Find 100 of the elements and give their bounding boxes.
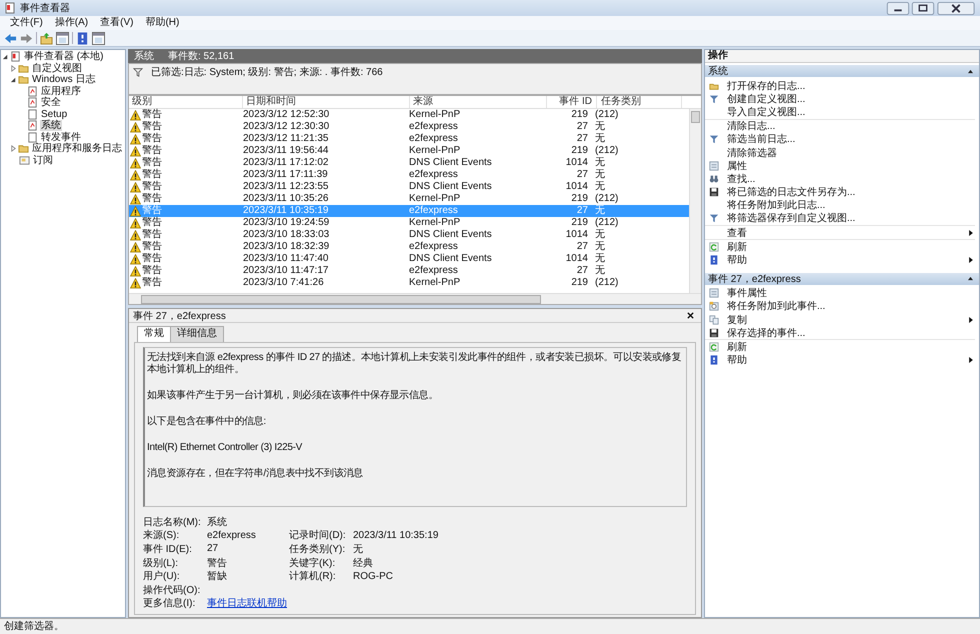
help-icon[interactable] — [76, 32, 89, 44]
funnel-icon — [709, 134, 719, 144]
tree-item[interactable]: Setup — [40, 108, 68, 120]
warning-icon — [130, 206, 141, 216]
table-row[interactable]: 警告 2023/3/10 11:47:40 DNS Client Events 1014 无 — [129, 253, 689, 265]
submenu-arrow-icon — [969, 357, 973, 364]
table-row[interactable]: 警告 2023/3/12 12:30:30 e2fexpress 27 无 — [129, 121, 689, 133]
tree-item[interactable]: 应用程序 — [40, 86, 82, 97]
action-link[interactable]: 将任务附加到此事件... — [727, 299, 826, 314]
menu-item[interactable]: 帮助(H) — [139, 16, 186, 30]
table-cell-text: 219 — [570, 277, 589, 289]
action-link[interactable]: 清除筛选器 — [727, 146, 777, 160]
action-link[interactable]: 查看 — [727, 226, 747, 240]
table-cell-text: 警告 — [142, 265, 162, 276]
action-link[interactable]: 创建自定义视图... — [727, 92, 806, 106]
field-label: 日志名称(M): — [143, 516, 202, 529]
tree-item[interactable]: 应用程序和服务日志 — [31, 143, 123, 154]
pane-icon[interactable] — [56, 32, 69, 44]
table-cell-text: 警告 — [142, 253, 162, 264]
field-value: 暂缺 — [207, 570, 228, 584]
save-icon — [709, 187, 719, 198]
menu-item[interactable]: 查看(V) — [94, 16, 140, 30]
action-link[interactable]: 将已筛选的日志文件另存为... — [727, 185, 856, 200]
action-link[interactable]: 导入自定义视图... — [727, 104, 806, 119]
funnel-icon — [709, 213, 719, 224]
action-link[interactable]: 打开保存的日志... — [727, 78, 806, 93]
folder-icon — [18, 62, 29, 74]
table-cell: 警告 — [142, 193, 162, 205]
action-link[interactable]: 筛选当前日志... — [727, 132, 796, 146]
folder-icon — [18, 74, 29, 86]
table-cell-text: 2023/3/10 18:33:03 — [242, 229, 330, 241]
table-row[interactable]: 警告 2023/3/10 7:41:26 Kernel-PnP 219 (212) — [129, 277, 689, 289]
field-label: 计算机(R): — [289, 570, 337, 584]
action-link[interactable]: 刷新 — [727, 340, 747, 354]
table-row[interactable]: 警告 2023/3/11 10:35:26 Kernel-PnP 219 (212) — [129, 193, 689, 205]
help-link[interactable]: 事件日志联机帮助 — [207, 598, 287, 610]
column-header[interactable]: 事件 ID — [547, 96, 597, 108]
close-button[interactable] — [936, 2, 976, 14]
table-cell-text: 27 — [576, 265, 589, 277]
tree-item[interactable]: 订阅 — [32, 154, 54, 166]
expand-arrow-icon[interactable] — [10, 145, 17, 152]
expand-arrow-icon[interactable] — [10, 64, 17, 72]
tree-item[interactable]: 安全 — [40, 97, 62, 108]
tree-item[interactable]: 事件查看器 (本地) — [23, 51, 104, 62]
tree-item[interactable]: 转发事件 — [40, 132, 82, 143]
action-link[interactable]: 保存选择的事件... — [727, 326, 806, 340]
action-link[interactable]: 刷新 — [727, 240, 747, 254]
table-row[interactable]: 警告 2023/3/10 18:33:03 DNS Client Events 1014 无 — [129, 229, 689, 241]
event-detail-title: 事件 27，e2fexpress — [133, 310, 226, 322]
column-header[interactable]: 日期和时间 — [243, 96, 410, 108]
action-link[interactable]: 复制 — [727, 312, 747, 327]
action-link[interactable]: 查找... — [727, 172, 756, 186]
forward-arrow-icon[interactable] — [20, 32, 33, 44]
column-header[interactable]: 级别 — [129, 96, 243, 108]
close-icon[interactable] — [687, 312, 694, 319]
funnel-icon — [709, 94, 719, 104]
log-name: 系统 — [134, 50, 154, 63]
maximize-button[interactable] — [911, 2, 935, 14]
pane-icon[interactable] — [92, 32, 105, 44]
collapse-arrow-icon[interactable] — [10, 76, 17, 84]
menu-item[interactable]: 操作(A) — [48, 16, 94, 30]
tab[interactable]: 常规 — [137, 326, 171, 342]
field-value: 27 — [207, 543, 220, 554]
vertical-scrollbar[interactable] — [689, 109, 701, 293]
action-link[interactable]: 清除日志... — [727, 119, 776, 134]
horizontal-scrollbar[interactable] — [129, 293, 701, 304]
column-header[interactable]: 来源 — [410, 96, 547, 108]
table-row[interactable]: 警告 2023/3/10 19:24:59 Kernel-PnP 219 (212) — [129, 217, 689, 229]
field-value: ROG-PC — [353, 570, 394, 582]
menu-item[interactable]: 文件(F) — [4, 16, 49, 30]
tree-item[interactable]: Windows 日志 — [31, 74, 96, 86]
warning-icon — [130, 278, 141, 288]
table-row[interactable]: 警告 2023/3/11 19:56:44 Kernel-PnP 219 (212) — [129, 145, 689, 157]
table-row[interactable]: 警告 2023/3/11 17:11:39 e2fexpress 27 无 — [129, 169, 689, 181]
folder-up-icon[interactable] — [40, 32, 53, 44]
field-label: 记录时间(D): — [289, 528, 347, 542]
collapse-arrow-icon[interactable] — [2, 53, 9, 60]
section-header[interactable]: 事件 27，e2fexpress — [705, 272, 979, 285]
action-link[interactable]: 将筛选器保存到自定义视图... — [727, 211, 856, 226]
back-arrow-icon[interactable] — [4, 32, 17, 44]
table-row[interactable]: 警告 2023/3/12 12:52:30 Kernel-PnP 219 (212) — [129, 109, 689, 121]
table-cell-text: 27 — [576, 133, 589, 145]
table-row[interactable]: 警告 2023/3/10 11:47:17 e2fexpress 27 无 — [129, 265, 689, 277]
section-header[interactable]: 系统 — [705, 65, 979, 77]
table-row[interactable]: 警告 2023/3/11 12:23:55 DNS Client Events 1014 无 — [129, 181, 689, 193]
table-row[interactable]: 警告 2023/3/12 11:21:35 e2fexpress 27 无 — [129, 133, 689, 145]
action-link[interactable]: 帮助 — [727, 253, 747, 268]
warning-icon — [130, 110, 141, 120]
tab[interactable]: 详细信息 — [170, 326, 224, 342]
table-row[interactable]: 警告 2023/3/10 18:32:39 e2fexpress 27 无 — [129, 241, 689, 253]
action-link[interactable]: 帮助 — [727, 353, 747, 368]
table-cell-text: 警告 — [142, 157, 162, 168]
tree-item[interactable]: 自定义视图 — [31, 62, 83, 74]
action-link[interactable]: 属性 — [727, 158, 747, 173]
column-header[interactable]: 任务类别 — [597, 96, 682, 108]
action-link[interactable]: 将任务附加到此日志... — [727, 198, 826, 212]
table-row[interactable]: 警告 2023/3/11 17:12:02 DNS Client Events 1014 无 — [129, 157, 689, 169]
minimize-button[interactable] — [886, 2, 910, 14]
action-link[interactable]: 事件属性 — [727, 286, 767, 300]
tree-item[interactable]: 系统 — [40, 120, 62, 132]
